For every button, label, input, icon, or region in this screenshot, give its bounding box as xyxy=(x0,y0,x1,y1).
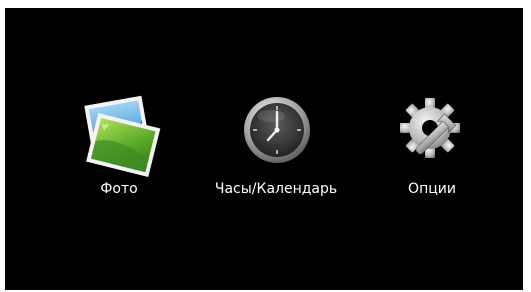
menu-item-clock-calendar[interactable]: Часы/Календарь xyxy=(196,8,356,290)
device-frame: Фото Часы/Календарь Опции xyxy=(0,0,531,292)
clock-icon xyxy=(244,97,310,163)
menu-item-photo[interactable]: Фото xyxy=(39,8,199,290)
menu-item-label: Фото xyxy=(100,181,138,197)
menu-item-label: Опции xyxy=(408,181,456,197)
main-menu-screen: Фото Часы/Календарь Опции xyxy=(5,8,523,290)
photo-icon xyxy=(84,95,161,178)
gear-wrench-icon xyxy=(400,98,460,158)
menu-item-options[interactable]: Опции xyxy=(352,8,512,290)
menu-item-label: Часы/Календарь xyxy=(214,181,338,197)
